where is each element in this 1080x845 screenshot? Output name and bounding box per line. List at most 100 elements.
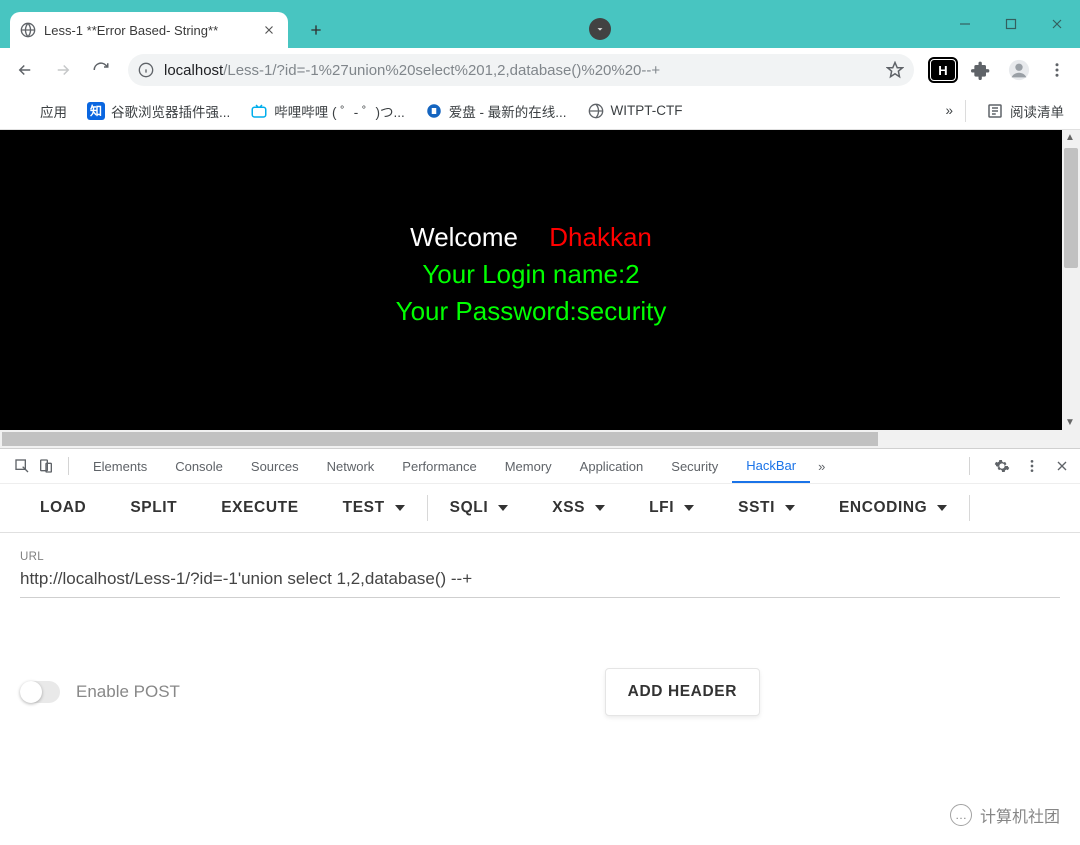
- devtools-tab-security[interactable]: Security: [657, 449, 732, 483]
- caret-down-icon: [395, 505, 405, 511]
- lfi-menu[interactable]: LFI: [627, 483, 716, 533]
- apps-label: 应用: [40, 101, 67, 121]
- pan-icon: [425, 102, 443, 120]
- add-header-button[interactable]: ADD HEADER: [605, 668, 760, 716]
- minimize-button[interactable]: [942, 0, 988, 48]
- devtools-tab-network[interactable]: Network: [313, 449, 389, 483]
- address-bar: localhost/Less-1/?id=-1%27union%20select…: [0, 48, 1080, 92]
- reading-list-icon: [986, 102, 1004, 120]
- bookmark-label: 爱盘 - 最新的在线...: [449, 101, 567, 121]
- hackbar-body: URL http://localhost/Less-1/?id=-1'union…: [0, 533, 1080, 716]
- vertical-scrollbar[interactable]: ▲ ▼: [1062, 130, 1080, 430]
- ssti-menu[interactable]: SSTI: [716, 483, 817, 533]
- site-info-icon[interactable]: [138, 62, 154, 78]
- page-body: Welcome Dhakkan Your Login name:2 Your P…: [0, 130, 1062, 430]
- split-button[interactable]: SPLIT: [108, 483, 199, 533]
- wechat-icon: …: [950, 804, 972, 826]
- caret-down-icon: [595, 505, 605, 511]
- caret-down-icon: [498, 505, 508, 511]
- url-input[interactable]: http://localhost/Less-1/?id=-1'union sel…: [20, 563, 1060, 598]
- bookmark-item[interactable]: 哔哩哔哩 ( ゜- ゜)つ...: [242, 97, 413, 125]
- devtools-tab-sources[interactable]: Sources: [237, 449, 313, 483]
- bookmark-overflow[interactable]: »: [945, 103, 953, 118]
- devtools-tab-performance[interactable]: Performance: [388, 449, 490, 483]
- test-menu[interactable]: TEST: [321, 483, 427, 533]
- page-viewport: Welcome Dhakkan Your Login name:2 Your P…: [0, 130, 1080, 430]
- forward-button[interactable]: [46, 53, 80, 87]
- hackbar-toolbar: LOAD SPLIT EXECUTE TEST SQLI XSS LFI SST…: [0, 483, 1080, 533]
- reading-list-button[interactable]: 阅读清单: [978, 97, 1072, 125]
- caret-down-icon: [937, 505, 947, 511]
- devtools-tabs: Elements Console Sources Network Perform…: [0, 449, 1080, 483]
- bookmark-item[interactable]: 知 谷歌浏览器插件强...: [79, 97, 238, 125]
- bookmark-label: 哔哩哔哩 ( ゜- ゜)つ...: [274, 101, 405, 121]
- reload-button[interactable]: [84, 53, 118, 87]
- close-icon[interactable]: [262, 23, 276, 37]
- bookmark-label: 谷歌浏览器插件强...: [111, 101, 230, 121]
- omnibox[interactable]: localhost/Less-1/?id=-1%27union%20select…: [128, 54, 914, 86]
- devtools-tab-application[interactable]: Application: [566, 449, 658, 483]
- tab-search-button[interactable]: [589, 18, 611, 40]
- scroll-up-icon[interactable]: ▲: [1065, 132, 1075, 143]
- window-controls: [942, 0, 1080, 48]
- bookmark-item[interactable]: 爱盘 - 最新的在线...: [417, 97, 575, 125]
- sqli-menu[interactable]: SQLI: [428, 483, 531, 533]
- caret-down-icon: [684, 505, 694, 511]
- devtools-tab-overflow[interactable]: »: [810, 459, 833, 474]
- welcome-line: Welcome Dhakkan: [410, 222, 652, 253]
- inspect-element-icon[interactable]: [10, 458, 34, 474]
- horizontal-scrollbar[interactable]: [0, 430, 1080, 448]
- execute-button[interactable]: EXECUTE: [199, 483, 320, 533]
- watermark: … 计算机社团: [950, 803, 1060, 827]
- back-button[interactable]: [8, 53, 42, 87]
- new-tab-button[interactable]: [302, 16, 330, 44]
- scroll-down-icon[interactable]: ▼: [1065, 417, 1075, 428]
- scroll-thumb[interactable]: [2, 432, 878, 446]
- close-window-button[interactable]: [1034, 0, 1080, 48]
- separator: [969, 457, 970, 475]
- apps-icon: [16, 102, 34, 120]
- bookmark-item[interactable]: WITPT-CTF: [579, 98, 691, 124]
- close-devtools-icon[interactable]: [1054, 458, 1070, 474]
- kebab-icon[interactable]: [1024, 458, 1040, 474]
- globe-icon: [20, 22, 36, 38]
- maximize-button[interactable]: [988, 0, 1034, 48]
- login-name-line: Your Login name:2: [422, 259, 639, 290]
- bilibili-icon: [250, 102, 268, 120]
- enable-post-toggle[interactable]: [20, 681, 60, 703]
- profile-button[interactable]: [1004, 55, 1034, 85]
- tab-title: Less-1 **Error Based- String**: [44, 23, 256, 38]
- apps-shortcut[interactable]: 应用: [8, 97, 75, 125]
- url-host: localhost: [164, 62, 223, 79]
- devtools-tab-console[interactable]: Console: [161, 449, 237, 483]
- device-toggle-icon[interactable]: [34, 458, 58, 474]
- xss-menu[interactable]: XSS: [530, 483, 627, 533]
- browser-tab[interactable]: Less-1 **Error Based- String**: [10, 12, 288, 48]
- load-button[interactable]: LOAD: [18, 483, 108, 533]
- bookmark-label: WITPT-CTF: [611, 103, 683, 118]
- gear-icon[interactable]: [994, 458, 1010, 474]
- devtools-tab-hackbar[interactable]: HackBar: [732, 449, 810, 483]
- url-label: URL: [20, 551, 1060, 563]
- window-titlebar: Less-1 **Error Based- String**: [0, 0, 1080, 48]
- caret-down-icon: [785, 505, 795, 511]
- encoding-menu[interactable]: ENCODING: [817, 483, 969, 533]
- url-path: /Less-1/?id=-1%27union%20select%201,2,da…: [223, 62, 660, 79]
- bookmarks-bar: 应用 知 谷歌浏览器插件强... 哔哩哔哩 ( ゜- ゜)つ... 爱盘 - 最…: [0, 92, 1080, 130]
- scroll-thumb[interactable]: [1064, 148, 1078, 268]
- devtools-tab-elements[interactable]: Elements: [79, 449, 161, 483]
- reading-list-label: 阅读清单: [1010, 101, 1064, 121]
- welcome-text: Welcome: [410, 222, 518, 252]
- extensions-button[interactable]: [966, 55, 996, 85]
- extension-h-button[interactable]: H: [928, 55, 958, 85]
- bookmark-star-icon[interactable]: [886, 61, 904, 79]
- password-line: Your Password:security: [396, 296, 667, 327]
- zhi-icon: 知: [87, 102, 105, 120]
- devtools-panel: Elements Console Sources Network Perform…: [0, 448, 1080, 716]
- separator: [965, 100, 966, 122]
- globe-icon: [587, 102, 605, 120]
- separator: [969, 495, 970, 521]
- browser-menu-button[interactable]: [1042, 55, 1072, 85]
- site-name: Dhakkan: [549, 222, 652, 252]
- devtools-tab-memory[interactable]: Memory: [491, 449, 566, 483]
